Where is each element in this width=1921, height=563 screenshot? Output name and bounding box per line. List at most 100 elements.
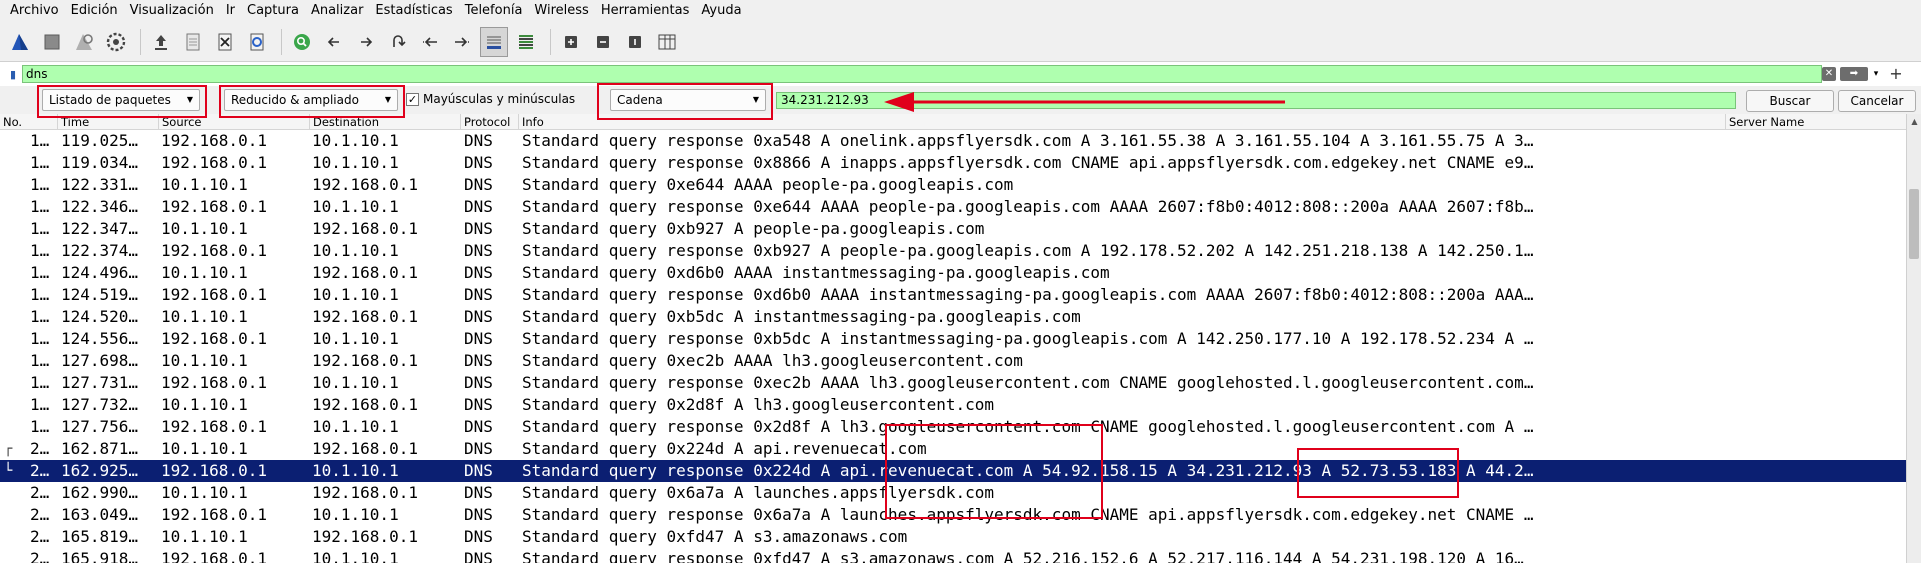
table-row[interactable]: 1… 119.025… 192.168.0.1 10.1.10.1 DNS Standar…: [0, 130, 1906, 152]
cell-proto: DNS: [464, 439, 493, 458]
cancel-button[interactable]: Cancelar: [1838, 90, 1916, 112]
go-to-packet-icon[interactable]: [384, 27, 412, 57]
autoscroll-icon[interactable]: [480, 26, 508, 57]
cell-info: Standard query response 0xec2b AAAA lh3.…: [522, 373, 1534, 392]
menu-item-7[interactable]: Telefonía: [459, 0, 529, 22]
table-row[interactable]: 1… 122.347… 10.1.10.1 192.168.0.1 DNS Standar…: [0, 218, 1906, 240]
search-string-input[interactable]: 34.231.212.93: [776, 92, 1736, 109]
table-row[interactable]: 1… 124.556… 192.168.0.1 10.1.10.1 DNS Standar…: [0, 328, 1906, 350]
search-button[interactable]: Buscar: [1746, 90, 1834, 112]
cell-no: 2…: [30, 505, 50, 524]
cell-src: 10.1.10.1: [161, 307, 248, 326]
reload-icon[interactable]: [243, 27, 271, 57]
menu-item-3[interactable]: Ir: [220, 0, 241, 22]
table-row[interactable]: 1… 127.698… 10.1.10.1 192.168.0.1 DNS Standar…: [0, 350, 1906, 372]
table-row[interactable]: 1… 127.732… 10.1.10.1 192.168.0.1 DNS Standar…: [0, 394, 1906, 416]
cell-info: Standard query 0x224d A api.revenuecat.c…: [522, 439, 927, 458]
find-packet-icon[interactable]: [288, 27, 316, 57]
table-row[interactable]: 2… 163.049… 192.168.0.1 10.1.10.1 DNS Standar…: [0, 504, 1906, 526]
case-sensitive-checkbox-wrap[interactable]: ✓ Mayúsculas y minúsculas: [406, 92, 575, 106]
search-in-select[interactable]: Listado de paquetes ▼: [42, 89, 200, 111]
zoom-out-icon[interactable]: [589, 27, 617, 57]
forward-arrow-icon[interactable]: [352, 27, 380, 57]
table-row[interactable]: 1… 127.756… 192.168.0.1 10.1.10.1 DNS Standar…: [0, 416, 1906, 438]
table-row[interactable]: 1… 122.346… 192.168.0.1 10.1.10.1 DNS Standar…: [0, 196, 1906, 218]
display-filter-input[interactable]: dns: [22, 65, 1822, 83]
column-header-destination[interactable]: Destination: [310, 114, 461, 130]
open-upload-icon[interactable]: [147, 27, 175, 57]
add-filter-button-icon[interactable]: +: [1886, 64, 1906, 84]
menu-item-0[interactable]: Archivo: [4, 0, 65, 22]
menu-bar: Archivo Edición Visualización Ir Captura Anal…: [0, 0, 1921, 22]
menu-item-6[interactable]: Estadísticas: [369, 0, 458, 22]
related-packet-marker: [4, 372, 26, 394]
apply-filter-icon[interactable]: ➡: [1840, 67, 1868, 81]
menu-item-8[interactable]: Wireless: [528, 0, 594, 22]
resize-columns-icon[interactable]: [653, 27, 681, 57]
colorize-icon[interactable]: [512, 27, 540, 57]
filter-history-dropdown-icon[interactable]: ▾: [1870, 67, 1882, 81]
table-row[interactable]: 2… 165.819… 10.1.10.1 192.168.0.1 DNS Standar…: [0, 526, 1906, 548]
scrollbar-thumb[interactable]: [1909, 189, 1919, 259]
menu-item-10[interactable]: Ayuda: [695, 0, 747, 22]
normal-size-icon[interactable]: [621, 27, 649, 57]
cell-proto: DNS: [464, 285, 493, 304]
zoom-in-icon[interactable]: [557, 27, 585, 57]
cell-src: 192.168.0.1: [161, 461, 267, 480]
menu-item-2[interactable]: Visualización: [124, 0, 220, 22]
cell-dst: 10.1.10.1: [312, 285, 399, 304]
restart-icon[interactable]: [70, 27, 98, 57]
table-row[interactable]: 1… 124.496… 10.1.10.1 192.168.0.1 DNS Standar…: [0, 262, 1906, 284]
last-packet-icon[interactable]: [448, 27, 476, 57]
column-header-info[interactable]: Info: [519, 114, 1726, 130]
column-header-no[interactable]: No.: [0, 114, 58, 130]
table-row[interactable]: 1… 124.520… 10.1.10.1 192.168.0.1 DNS Standar…: [0, 306, 1906, 328]
column-header-source[interactable]: Source: [159, 114, 310, 130]
column-header-time[interactable]: Time: [58, 114, 159, 130]
search-type-select[interactable]: Cadena ▼: [610, 89, 766, 111]
chevron-down-icon: ▼: [186, 95, 193, 104]
shark-fin-start-icon[interactable]: [6, 27, 34, 57]
table-row[interactable]: ┌ 2… 162.871… 10.1.10.1 192.168.0.1 DNS Standa…: [0, 438, 1906, 460]
related-packet-marker: [4, 130, 26, 152]
related-packet-marker: [4, 196, 26, 218]
cell-dst: 192.168.0.1: [312, 527, 418, 546]
close-file-icon[interactable]: [211, 27, 239, 57]
packet-list-scrollbar[interactable]: ▲: [1906, 114, 1921, 563]
options-gear-icon[interactable]: [102, 27, 130, 57]
cell-info: Standard query response 0x8866 A inapps.…: [522, 153, 1534, 172]
cell-info: Standard query response 0xb927 A people-…: [522, 241, 1534, 260]
cell-src: 192.168.0.1: [161, 505, 267, 524]
menu-item-9[interactable]: Herramientas: [595, 0, 696, 22]
bookmark-icon[interactable]: ▮: [4, 65, 22, 83]
char-width-select[interactable]: Reducido & ampliado ▼: [224, 89, 398, 111]
table-row[interactable]: 2… 165.918… 192.168.0.1 10.1.10.1 DNS Standar…: [0, 548, 1906, 563]
cell-dst: 10.1.10.1: [312, 241, 399, 260]
menu-item-5[interactable]: Analizar: [305, 0, 369, 22]
back-arrow-icon[interactable]: [320, 27, 348, 57]
case-sensitive-checkbox[interactable]: ✓: [406, 92, 419, 106]
clear-filter-icon[interactable]: ✕: [1822, 67, 1836, 81]
menu-item-4[interactable]: Captura: [241, 0, 305, 22]
cell-src: 10.1.10.1: [161, 527, 248, 546]
column-header-protocol[interactable]: Protocol: [461, 114, 519, 130]
cell-src: 192.168.0.1: [161, 131, 267, 150]
cell-info: Standard query response 0xa548 A onelink…: [522, 131, 1534, 150]
stop-icon[interactable]: [38, 27, 66, 57]
scroll-up-icon[interactable]: ▲: [1907, 114, 1921, 129]
menu-item-1[interactable]: Edición: [65, 0, 124, 22]
first-packet-icon[interactable]: [416, 27, 444, 57]
table-row[interactable]: 1… 127.731… 192.168.0.1 10.1.10.1 DNS Standar…: [0, 372, 1906, 394]
table-row[interactable]: 1… 122.331… 10.1.10.1 192.168.0.1 DNS Standar…: [0, 174, 1906, 196]
cell-src: 10.1.10.1: [161, 351, 248, 370]
cell-proto: DNS: [464, 351, 493, 370]
table-row[interactable]: 1… 122.374… 192.168.0.1 10.1.10.1 DNS Standar…: [0, 240, 1906, 262]
cell-src: 192.168.0.1: [161, 285, 267, 304]
related-packet-marker: [4, 174, 26, 196]
table-row[interactable]: 2… 162.990… 10.1.10.1 192.168.0.1 DNS Standar…: [0, 482, 1906, 504]
table-row-selected[interactable]: └ 2… 162.925… 192.168.0.1 10.1.10.1 DNS Standa…: [0, 460, 1906, 482]
column-header-server-name[interactable]: Server Name: [1726, 114, 1906, 130]
table-row[interactable]: 1… 124.519… 192.168.0.1 10.1.10.1 DNS Standar…: [0, 284, 1906, 306]
table-row[interactable]: 1… 119.034… 192.168.0.1 10.1.10.1 DNS Standar…: [0, 152, 1906, 174]
file-icon[interactable]: [179, 27, 207, 57]
